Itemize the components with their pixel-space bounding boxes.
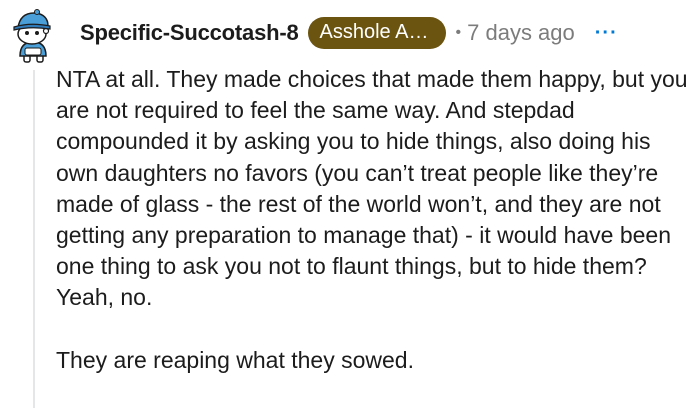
avatar[interactable]: [4, 4, 64, 64]
more-options-icon[interactable]: ···: [595, 22, 618, 45]
snoo-avatar-icon: [13, 9, 51, 63]
comment-header: Specific-Succotash-8 Asshole Afici… • 7 …: [80, 14, 618, 52]
comment-paragraph: They are reaping what they sowed.: [56, 346, 414, 373]
user-flair-badge: Asshole Afici…: [307, 17, 446, 49]
thread-line[interactable]: [33, 70, 35, 408]
comment-paragraph: NTA at all. They made choices that made …: [56, 66, 688, 311]
separator-dot: •: [455, 24, 462, 41]
comment-body: NTA at all. They made choices that made …: [56, 64, 696, 376]
timestamp[interactable]: 7 days ago: [467, 20, 575, 46]
username-link[interactable]: Specific-Succotash-8: [80, 20, 299, 46]
comment: Specific-Succotash-8 Asshole Afici… • 7 …: [0, 0, 700, 408]
